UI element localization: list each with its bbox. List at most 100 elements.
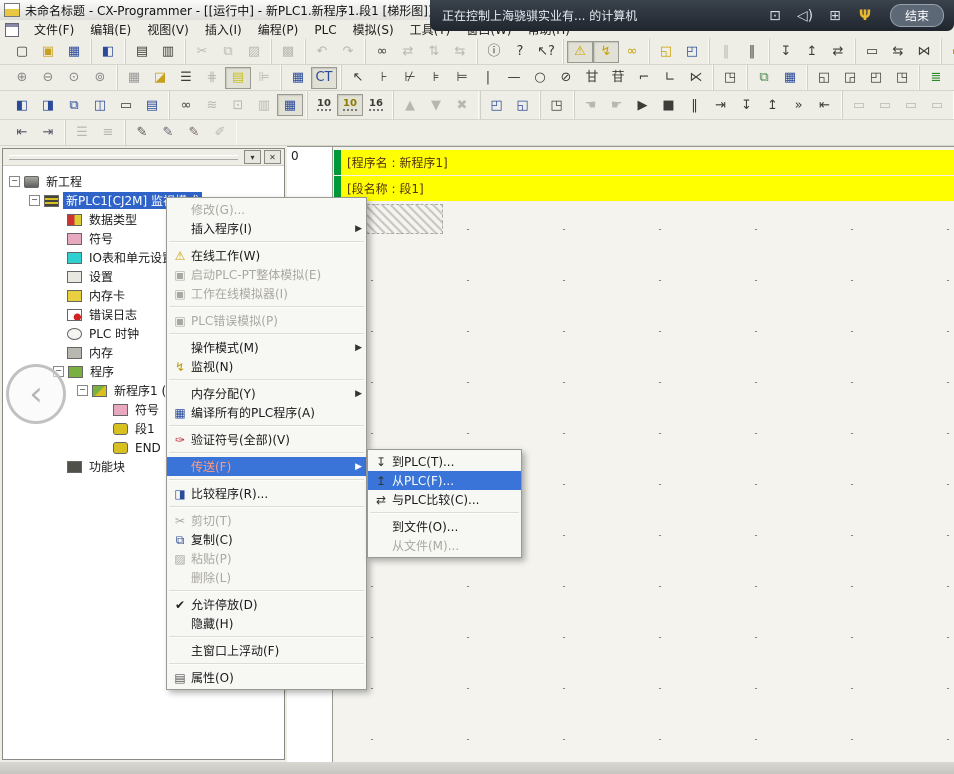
vertical-line-icon[interactable]: |	[475, 67, 501, 89]
zoom-fit-icon[interactable]: ⊙	[61, 67, 87, 89]
fullscreen-icon[interactable]: ⊡	[760, 8, 790, 24]
remote-back-button[interactable]: ‹	[6, 364, 66, 424]
compare-programs-icon[interactable]: ◧	[95, 41, 121, 63]
submenu-item-to-file[interactable]: 到文件(O)...	[368, 517, 521, 536]
sim-online-icon[interactable]: ◱	[653, 41, 679, 63]
pen-blue-icon[interactable]: ✎	[155, 122, 181, 144]
print-icon[interactable]: ▤	[129, 41, 155, 63]
window-symbol-icon[interactable]: ◱	[811, 67, 837, 89]
new-file-icon[interactable]: ▢	[9, 41, 35, 63]
menubar-item-plc[interactable]: PLC	[306, 22, 344, 38]
zoom-in-icon[interactable]: ⊕	[9, 67, 35, 89]
online-work-icon[interactable]: ⚠	[567, 41, 593, 63]
monitor-decimal-icon[interactable]: 10	[311, 94, 337, 116]
mnemonic-view-icon[interactable]: ▦	[285, 67, 311, 89]
delete-line-icon[interactable]: ⋉	[683, 67, 709, 89]
grid-icon[interactable]: ▦	[121, 67, 147, 89]
window-check-icon[interactable]: ◰	[863, 67, 889, 89]
copy-icon[interactable]: ⧉	[215, 41, 241, 63]
ct-view-icon[interactable]: CT	[311, 67, 337, 89]
pen-cancel-icon[interactable]: ✐	[207, 122, 233, 144]
menubar-item-v[interactable]: 视图(V)	[139, 20, 197, 39]
menu-item-work-online-simulator[interactable]: ▣工作在线模拟器(I)	[167, 284, 366, 303]
mini-view1-icon[interactable]: ▭	[846, 94, 872, 116]
submenu-item-to-plc[interactable]: ↧到PLC(T)...	[368, 452, 521, 471]
force-cancel-icon[interactable]: ✖	[449, 94, 475, 116]
pause-monitor-icon[interactable]: ‖	[713, 41, 739, 63]
menu-item-transfer[interactable]: 传送(F)▶	[167, 457, 366, 476]
send-changes-icon[interactable]: ⇆	[885, 41, 911, 63]
context-help-icon[interactable]: ↖?	[533, 41, 559, 63]
watch-window-icon[interactable]: ▬	[945, 41, 954, 63]
data-display-icon[interactable]: ▦	[277, 94, 303, 116]
zoom-window-icon[interactable]: ◨	[35, 94, 61, 116]
usb-tools-icon[interactable]: Ψ	[850, 8, 880, 24]
align-list2-icon[interactable]: ≡	[95, 122, 121, 144]
data-trace-icon[interactable]: ≣	[923, 67, 949, 89]
expander-icon[interactable]: −	[9, 176, 20, 187]
pause-icon[interactable]: ‖	[739, 41, 765, 63]
corner-line-icon[interactable]: ∟	[657, 67, 683, 89]
watch-dim-icon[interactable]: ≋	[199, 94, 225, 116]
menu-item-hide[interactable]: 隐藏(H)	[167, 614, 366, 633]
cross-ref-icon[interactable]: ▥	[251, 94, 277, 116]
help-icon[interactable]: ?	[507, 41, 533, 63]
menubar-item-p[interactable]: 编程(P)	[250, 20, 307, 39]
tree-panel-grip[interactable]	[9, 155, 238, 160]
mini-view3-icon[interactable]: ▭	[898, 94, 924, 116]
zoom-out-icon[interactable]: ⊖	[35, 67, 61, 89]
menubar-item-i[interactable]: 插入(I)	[197, 20, 250, 39]
window-add-icon[interactable]: ◳	[889, 67, 915, 89]
save-icon[interactable]: ▦	[61, 41, 87, 63]
paste-special-icon[interactable]: ▩	[275, 41, 301, 63]
print-preview-icon[interactable]: ▥	[155, 41, 181, 63]
cut-icon[interactable]: ✂	[189, 41, 215, 63]
time-chart-icon[interactable]: ▦	[949, 67, 954, 89]
zoom-100-icon[interactable]: ⊚	[87, 67, 113, 89]
menu-item-copy[interactable]: ⧉复制(C)	[167, 530, 366, 549]
force-reset-icon[interactable]: ▼	[423, 94, 449, 116]
sim-pause-icon[interactable]: ‖	[682, 94, 708, 116]
symbol-edit-icon[interactable]: ◪	[147, 67, 173, 89]
menubar-item-f[interactable]: 文件(F)	[26, 20, 82, 39]
menu-item-delete[interactable]: 删除(L)	[167, 568, 366, 587]
sim-run-to-end-icon[interactable]: ⇤	[812, 94, 838, 116]
find-next-icon[interactable]: ⇆	[447, 41, 473, 63]
align-list-icon[interactable]: ☰	[69, 122, 95, 144]
work-online-sim-icon[interactable]: ◰	[484, 94, 510, 116]
mdi-child-icon[interactable]	[5, 23, 19, 37]
sim-network-icon2[interactable]: ◳	[544, 94, 570, 116]
indent-left-icon[interactable]: ⇤	[9, 122, 35, 144]
new-closed-coil-icon[interactable]: ⊘	[553, 67, 579, 89]
redo-icon[interactable]: ↷	[335, 41, 361, 63]
menu-item-operating-mode[interactable]: 操作模式(M)▶	[167, 338, 366, 357]
submenu-item-compare-plc[interactable]: ⇄与PLC比较(C)...	[368, 490, 521, 509]
cancel-changes-icon[interactable]: ⋈	[911, 41, 937, 63]
expander-icon[interactable]: −	[29, 195, 40, 206]
online-edit-icon[interactable]: ▭	[859, 41, 885, 63]
menubar-item-s[interactable]: 模拟(S)	[345, 20, 402, 39]
mini-view2-icon[interactable]: ▭	[872, 94, 898, 116]
end-session-button[interactable]: 结束	[890, 4, 944, 27]
download-to-plc-icon[interactable]: ↧	[773, 41, 799, 63]
menu-item-float-main[interactable]: 主窗口上浮动(F)	[167, 641, 366, 660]
program-comment-row[interactable]: [程序名 : 新程序1]	[334, 150, 954, 175]
rung-comment-icon[interactable]: ▤	[225, 67, 251, 89]
expander-icon[interactable]: −	[77, 385, 88, 396]
menu-item-work-online[interactable]: ⚠在线工作(W)	[167, 246, 366, 265]
find-icon[interactable]: ∞	[369, 41, 395, 63]
tree-collapse-button[interactable]: ▾	[244, 150, 261, 164]
tree-view-icon[interactable]: ⊫	[251, 67, 277, 89]
pen-red-icon[interactable]: ✎	[181, 122, 207, 144]
stack-icon[interactable]: ⧉	[751, 67, 777, 89]
horizontal-line-icon[interactable]: —	[501, 67, 527, 89]
float-window-icon[interactable]: ▭	[113, 94, 139, 116]
menu-item-monitor[interactable]: ↯监视(N)	[167, 357, 366, 376]
monitor-list-icon[interactable]: ⋕	[199, 67, 225, 89]
menu-item-paste[interactable]: ▨粘贴(P)	[167, 549, 366, 568]
window-toggle-icon[interactable]: ⊞	[820, 8, 850, 24]
upload-from-plc-icon[interactable]: ↥	[799, 41, 825, 63]
sim-step-icon[interactable]: ⇥	[708, 94, 734, 116]
about-icon[interactable]: ⓘ	[481, 41, 507, 63]
monitor-hex-icon[interactable]: 16	[363, 94, 389, 116]
